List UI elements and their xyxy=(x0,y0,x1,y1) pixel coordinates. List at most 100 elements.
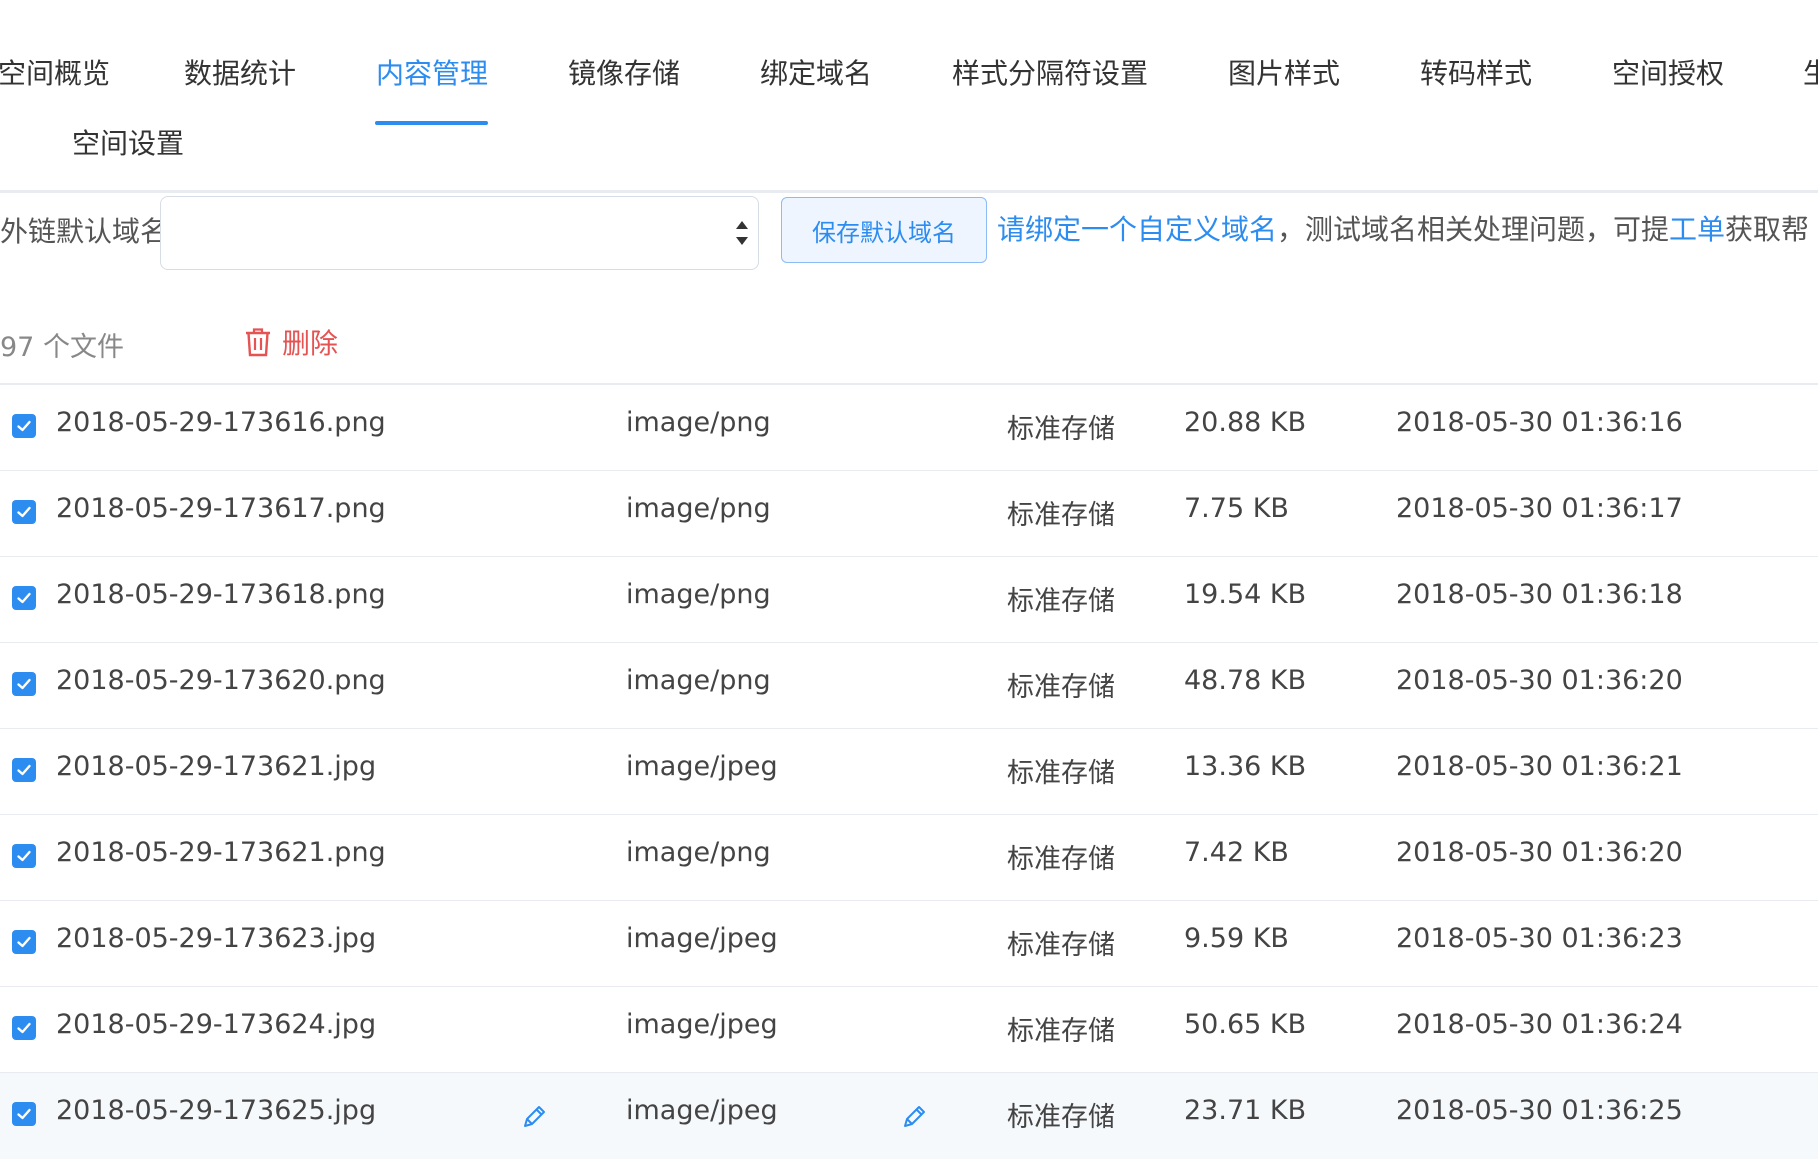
tab-style-separator-settings[interactable]: 样式分隔符设置 xyxy=(952,52,1148,92)
checkmark-icon xyxy=(15,589,33,607)
storage-class: 标准存储 xyxy=(1007,1016,1115,1047)
default-domain-select[interactable] xyxy=(160,196,759,270)
upload-time: 2018-05-30 01:36:25 xyxy=(1396,1095,1683,1126)
file-name[interactable]: 2018-05-29-173620.png xyxy=(56,665,386,696)
default-domain-label: 外链默认域名 xyxy=(0,215,169,248)
row-checkbox[interactable] xyxy=(12,586,36,610)
storage-class: 标准存储 xyxy=(1007,586,1115,617)
trash-icon xyxy=(246,328,270,357)
checkmark-icon xyxy=(15,761,33,779)
upload-time: 2018-05-30 01:36:18 xyxy=(1396,579,1683,610)
file-name[interactable]: 2018-05-29-173618.png xyxy=(56,579,386,610)
upload-time: 2018-05-30 01:36:21 xyxy=(1396,751,1683,782)
table-row[interactable]: 2018-05-29-173625.jpg image/jpeg 标准存储 23.71… xyxy=(0,1073,1818,1159)
file-name[interactable]: 2018-05-29-173625.jpg xyxy=(56,1095,376,1126)
checkmark-icon xyxy=(15,503,33,521)
table-row[interactable]: 2018-05-29-173620.png image/png 标准存储 48.78 … xyxy=(0,643,1818,729)
tab-image-styles[interactable]: 图片样式 xyxy=(1228,52,1340,92)
table-row[interactable]: 2018-05-29-173621.jpg image/jpeg 标准存储 13.36… xyxy=(0,729,1818,815)
checkmark-icon xyxy=(15,417,33,435)
storage-class: 标准存储 xyxy=(1007,844,1115,875)
bind-custom-domain-link[interactable]: 请绑定一个自定义域名 xyxy=(997,213,1277,246)
select-arrows-icon xyxy=(736,221,748,245)
row-checkbox[interactable] xyxy=(12,1102,36,1126)
file-size: 7.42 KB xyxy=(1184,837,1289,868)
file-table: 2018-05-29-173616.png image/png 标准存储 20.88 … xyxy=(0,385,1818,1159)
file-size: 13.36 KB xyxy=(1184,751,1307,782)
file-size: 48.78 KB xyxy=(1184,665,1307,696)
tab-truncated[interactable]: 生 xyxy=(1803,52,1818,92)
file-size: 23.71 KB xyxy=(1184,1095,1307,1126)
table-row[interactable]: 2018-05-29-173621.png image/png 标准存储 7.42 K… xyxy=(0,815,1818,901)
active-tab-indicator xyxy=(375,121,488,125)
file-size: 7.75 KB xyxy=(1184,493,1289,524)
file-type: image/png xyxy=(626,837,771,868)
file-name[interactable]: 2018-05-29-173624.jpg xyxy=(56,1009,376,1040)
domain-message-tail: 获取帮 xyxy=(1725,213,1810,246)
file-type: image/png xyxy=(626,407,771,438)
file-type: image/jpeg xyxy=(626,1009,778,1040)
ticket-link[interactable]: 工单 xyxy=(1669,213,1725,246)
file-size: 19.54 KB xyxy=(1184,579,1307,610)
storage-class: 标准存储 xyxy=(1007,500,1115,531)
file-type: image/png xyxy=(626,493,771,524)
checkmark-icon xyxy=(15,1019,33,1037)
row-checkbox[interactable] xyxy=(12,758,36,782)
table-row[interactable]: 2018-05-29-173618.png image/png 标准存储 19.54 … xyxy=(0,557,1818,643)
upload-time: 2018-05-30 01:36:24 xyxy=(1396,1009,1683,1040)
upload-time: 2018-05-30 01:36:20 xyxy=(1396,837,1683,868)
upload-time: 2018-05-30 01:36:20 xyxy=(1396,665,1683,696)
upload-time: 2018-05-30 01:36:16 xyxy=(1396,407,1683,438)
file-name[interactable]: 2018-05-29-173621.png xyxy=(56,837,386,868)
upload-time: 2018-05-30 01:36:23 xyxy=(1396,923,1683,954)
checkmark-icon xyxy=(15,933,33,951)
edit-type-pencil-icon[interactable] xyxy=(900,1103,928,1131)
row-checkbox[interactable] xyxy=(12,930,36,954)
file-size: 20.88 KB xyxy=(1184,407,1307,438)
upload-time: 2018-05-30 01:36:17 xyxy=(1396,493,1683,524)
file-size: 9.59 KB xyxy=(1184,923,1289,954)
file-type: image/png xyxy=(626,665,771,696)
file-name[interactable]: 2018-05-29-173621.jpg xyxy=(56,751,376,782)
tab-space-authorization[interactable]: 空间授权 xyxy=(1612,52,1724,92)
row-checkbox[interactable] xyxy=(12,500,36,524)
row-checkbox[interactable] xyxy=(12,414,36,438)
row-checkbox[interactable] xyxy=(12,1016,36,1040)
domain-message-middle: ，测试域名相关处理问题，可提 xyxy=(1277,213,1670,246)
storage-class: 标准存储 xyxy=(1007,1102,1115,1133)
checkmark-icon xyxy=(15,675,33,693)
tab-content-management[interactable]: 内容管理 xyxy=(376,52,488,92)
file-size: 50.65 KB xyxy=(1184,1009,1307,1040)
checkmark-icon xyxy=(15,847,33,865)
edit-name-pencil-icon[interactable] xyxy=(520,1103,548,1131)
domain-message: 请绑定一个自定义域名，测试域名相关处理问题，可提工单获取帮 xyxy=(997,208,1809,248)
file-type: image/jpeg xyxy=(626,751,778,782)
table-row[interactable]: 2018-05-29-173624.jpg image/jpeg 标准存储 50.65… xyxy=(0,987,1818,1073)
row-checkbox[interactable] xyxy=(12,672,36,696)
storage-class: 标准存储 xyxy=(1007,758,1115,789)
file-type: image/jpeg xyxy=(626,923,778,954)
delete-button[interactable]: 删除 xyxy=(244,322,338,362)
delete-label: 删除 xyxy=(282,327,339,360)
checkmark-icon xyxy=(15,1105,33,1123)
tab-space-settings[interactable]: 空间设置 xyxy=(72,122,184,162)
tab-transcode-styles[interactable]: 转码样式 xyxy=(1420,52,1532,92)
storage-class: 标准存储 xyxy=(1007,930,1115,961)
file-name[interactable]: 2018-05-29-173617.png xyxy=(56,493,386,524)
storage-class: 标准存储 xyxy=(1007,672,1115,703)
save-default-domain-button[interactable]: 保存默认域名 xyxy=(781,197,987,263)
file-name[interactable]: 2018-05-29-173623.jpg xyxy=(56,923,376,954)
table-row[interactable]: 2018-05-29-173616.png image/png 标准存储 20.88 … xyxy=(0,385,1818,471)
table-row[interactable]: 2018-05-29-173617.png image/png 标准存储 7.75 K… xyxy=(0,471,1818,557)
file-count: 97 个文件 xyxy=(0,332,124,363)
file-type: image/png xyxy=(626,579,771,610)
row-checkbox[interactable] xyxy=(12,844,36,868)
tab-bar: 空间概览 数据统计 内容管理 镜像存储 绑定域名 样式分隔符设置 图片样式 转码… xyxy=(0,0,1818,193)
table-row[interactable]: 2018-05-29-173623.jpg image/jpeg 标准存储 9.59 … xyxy=(0,901,1818,987)
tab-data-statistics[interactable]: 数据统计 xyxy=(184,52,296,92)
tab-space-overview[interactable]: 空间概览 xyxy=(0,52,110,92)
tab-bind-domain[interactable]: 绑定域名 xyxy=(760,52,872,92)
tab-mirror-storage[interactable]: 镜像存储 xyxy=(568,52,680,92)
file-name[interactable]: 2018-05-29-173616.png xyxy=(56,407,386,438)
storage-class: 标准存储 xyxy=(1007,414,1115,445)
